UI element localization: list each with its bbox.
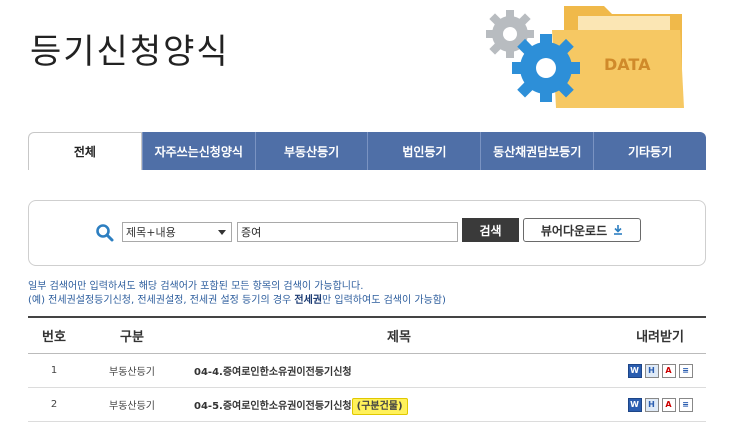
header-no: 번호: [42, 330, 66, 345]
row-title-link[interactable]: 04-4.증여로인한소유권이전등기신청: [194, 367, 352, 378]
search-field-select-value: 제목+내용: [126, 226, 176, 239]
search-hint-line1: 일부 검색어만 입력하셔도 해당 검색어가 포함된 모든 항목의 검색이 가능합…: [28, 281, 364, 292]
table-row: 1 부동산등기 04-4.증여로인한소유권이전등기신청 W H A ≡: [28, 354, 706, 388]
chevron-down-icon: [218, 229, 226, 235]
search-hint-prefix: (예) 전세권설정등기신청, 전세권설정, 전세권 설정 등기의 경우: [28, 295, 295, 306]
row-title[interactable]: 04-4.증여로인한소유권이전등기신청: [184, 363, 614, 378]
category-tabs: 전체 자주쓰는신청양식 부동산등기 법인등기 동산채권담보등기 기타등기: [28, 132, 706, 170]
search-hint-suffix: 만 입력하여도 검색이 가능함): [322, 295, 446, 306]
search-field-select[interactable]: 제목+내용: [122, 222, 232, 242]
tab-other[interactable]: 기타등기: [593, 132, 706, 170]
hwp-icon[interactable]: H: [644, 397, 659, 412]
search-panel: 제목+내용 검색 뷰어다운로드: [28, 200, 706, 266]
folder-icon: DATA: [552, 6, 684, 108]
header-title: 제목: [387, 330, 411, 345]
search-hint-bold: 전세권: [294, 295, 323, 306]
folder-label: DATA: [604, 55, 651, 74]
row-category: 부동산등기: [109, 401, 155, 412]
row-no: 2: [50, 399, 58, 410]
header-download: 내려받기: [636, 330, 684, 345]
row-no: 1: [50, 365, 58, 376]
row-downloads: W H A ≡: [614, 397, 706, 412]
text-file-icon[interactable]: ≡: [678, 397, 693, 412]
table-header: 번호 구분 제목 내려받기: [28, 318, 706, 354]
word-icon[interactable]: W: [627, 397, 642, 412]
blue-gear-icon: [512, 34, 580, 102]
word-icon[interactable]: W: [627, 363, 642, 378]
page-title: 등기신청양식: [30, 32, 230, 72]
tab-all[interactable]: 전체: [28, 132, 142, 170]
pdf-icon[interactable]: A: [661, 397, 676, 412]
table-row: 2 부동산등기 04-5.증여로인한소유권이전등기신청 (구분건물) W H A …: [28, 388, 706, 422]
tab-corporate[interactable]: 법인등기: [367, 132, 481, 170]
search-button[interactable]: 검색: [462, 218, 519, 242]
text-file-icon[interactable]: ≡: [678, 363, 693, 378]
header-category: 구분: [120, 330, 144, 345]
search-icon: [96, 224, 114, 242]
row-category: 부동산등기: [109, 367, 155, 378]
row-downloads: W H A ≡: [614, 363, 706, 378]
highlight-badge: (구분건물): [351, 398, 408, 415]
hwp-icon[interactable]: H: [644, 363, 659, 378]
search-hint-line2: (예) 전세권설정등기신청, 전세권설정, 전세권 설정 등기의 경우 전세권만…: [28, 291, 446, 306]
data-folder-illustration: DATA: [486, 6, 684, 108]
tab-real-estate[interactable]: 부동산등기: [254, 132, 368, 170]
tab-frequent-forms[interactable]: 자주쓰는신청양식: [141, 132, 255, 170]
viewer-download-button[interactable]: 뷰어다운로드: [523, 218, 641, 242]
results-table: 번호 구분 제목 내려받기 1 부동산등기 04-4.증여로인한소유권이전등기신…: [28, 316, 706, 422]
search-input[interactable]: [237, 222, 458, 242]
tab-movable-collateral[interactable]: 동산채권담보등기: [480, 132, 594, 170]
row-title[interactable]: 04-5.증여로인한소유권이전등기신청 (구분건물): [184, 397, 614, 415]
download-icon: [614, 225, 623, 235]
pdf-icon[interactable]: A: [661, 363, 676, 378]
viewer-download-label: 뷰어다운로드: [540, 223, 608, 238]
row-title-link[interactable]: 04-5.증여로인한소유권이전등기신청: [194, 401, 352, 412]
